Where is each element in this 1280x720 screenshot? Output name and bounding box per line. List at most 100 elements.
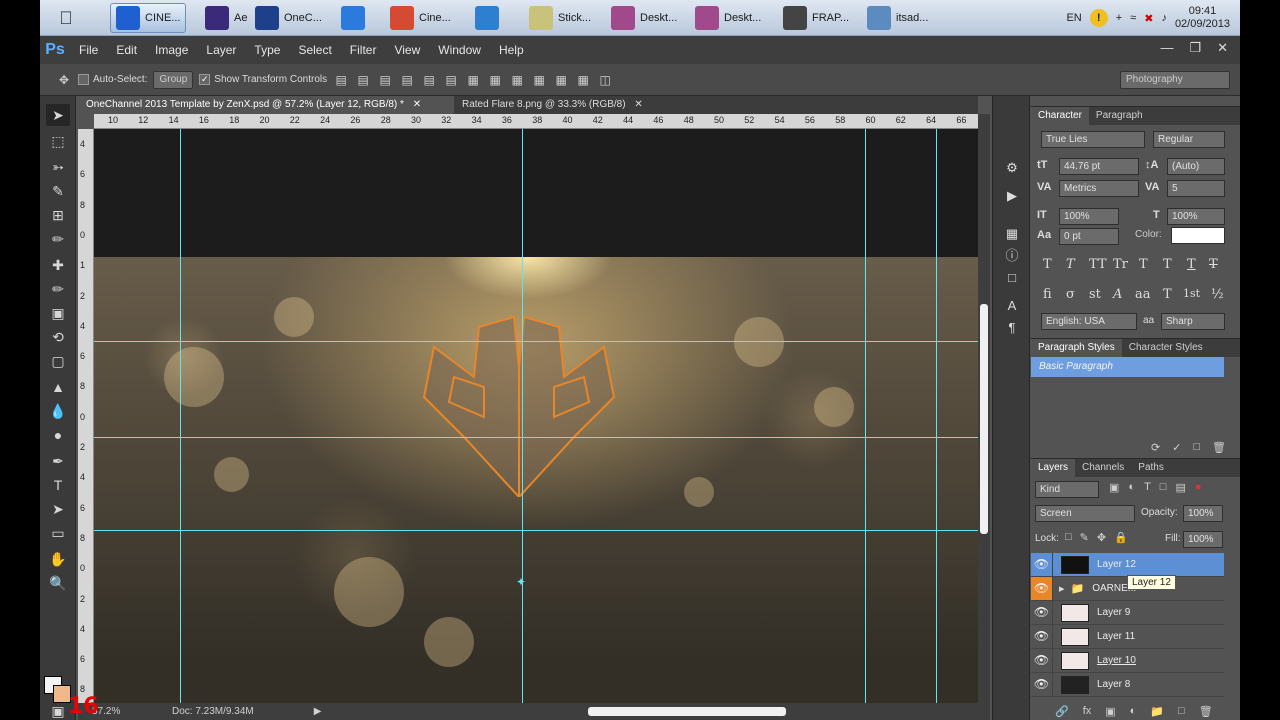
- eraser-tool-icon[interactable]: ▢: [46, 350, 70, 372]
- info-icon[interactable]: ⓘ: [1001, 246, 1023, 266]
- show-transform-checkbox[interactable]: ✓ Show Transform Controls: [199, 74, 327, 85]
- blend-mode-select[interactable]: Screen: [1035, 505, 1135, 522]
- adjustment-filter-icon[interactable]: ◐: [1128, 481, 1135, 494]
- leading-field[interactable]: (Auto): [1167, 158, 1225, 175]
- horizontal-scroll-thumb[interactable]: [588, 707, 786, 716]
- pen-tool-icon[interactable]: ✒: [46, 450, 70, 472]
- taskbar-item[interactable]: Cine...: [385, 3, 456, 33]
- vertical-ruler[interactable]: 4 6 8 0 1 2 4 6 8 0 2 4 6 8 0 2 4 6 8: [78, 129, 94, 703]
- layer-row-layer8[interactable]: 👁 Layer 8: [1031, 673, 1224, 697]
- auto-select-dropdown[interactable]: Group: [153, 70, 194, 89]
- taskbar-item[interactable]: [470, 3, 504, 33]
- layer-row-layer11[interactable]: 👁 Layer 11: [1031, 625, 1224, 649]
- minimize-icon[interactable]: —: [1160, 40, 1173, 56]
- restore-icon[interactable]: ❐: [1189, 40, 1201, 56]
- plus-icon[interactable]: +: [1116, 12, 1122, 24]
- menu-file[interactable]: File: [70, 36, 107, 64]
- align-bottom-icon[interactable]: ▤: [377, 72, 393, 88]
- distribute-top-icon[interactable]: ▦: [465, 72, 481, 88]
- faux-italic-button[interactable]: T: [1066, 257, 1075, 272]
- visibility-eye-icon[interactable]: 👁: [1031, 625, 1053, 648]
- swash-button[interactable]: A: [1113, 287, 1122, 302]
- layer-name[interactable]: OARNE...: [1092, 583, 1136, 594]
- eyedropper-tool-icon[interactable]: ✏: [46, 228, 70, 250]
- taskbar-item[interactable]: Deskt...: [606, 3, 682, 33]
- check-icon[interactable]: ✓: [1172, 441, 1181, 454]
- ordinal-button[interactable]: 1st: [1183, 287, 1200, 300]
- layer-name[interactable]: Layer 12: [1097, 559, 1136, 570]
- tab-document-flare[interactable]: Rated Flare 8.png @ 33.3% (RGB/8) ✕: [454, 96, 654, 114]
- align-left-icon[interactable]: ▤: [399, 72, 415, 88]
- visibility-eye-icon[interactable]: 👁: [1031, 601, 1053, 624]
- actions-icon[interactable]: ▶: [1001, 186, 1023, 206]
- volume-icon[interactable]: ✖: [1144, 12, 1153, 25]
- guide-line-horizontal[interactable]: [94, 341, 978, 342]
- auto-select-checkbox[interactable]: Auto-Select:: [78, 74, 147, 85]
- superscript-button[interactable]: T: [1139, 257, 1148, 272]
- tracking-field[interactable]: 5: [1167, 180, 1225, 197]
- blur-tool-icon[interactable]: 💧: [46, 400, 70, 422]
- menu-edit[interactable]: Edit: [107, 36, 146, 64]
- discretionary-button[interactable]: st: [1089, 287, 1101, 302]
- kerning-field[interactable]: Metrics: [1059, 180, 1139, 197]
- fx-icon[interactable]: fx: [1083, 705, 1092, 718]
- faux-bold-button[interactable]: T: [1043, 257, 1052, 272]
- layer-row-layer12[interactable]: 👁 Layer 12 Layer 12: [1031, 553, 1224, 590]
- speaker-icon[interactable]: ♪: [1161, 12, 1167, 24]
- align-vcenter-icon[interactable]: ▤: [355, 72, 371, 88]
- expand-arrow-icon[interactable]: ▸: [1059, 582, 1065, 595]
- visibility-eye-icon[interactable]: 👁: [1031, 553, 1053, 576]
- distribute-bottom-icon[interactable]: ▦: [509, 72, 525, 88]
- character-icon[interactable]: A: [1001, 296, 1023, 316]
- taskbar-item[interactable]: OneC...: [250, 3, 327, 33]
- tab-channels[interactable]: Channels: [1075, 459, 1131, 477]
- paragraph-icon[interactable]: ¶: [1001, 318, 1023, 338]
- stamp-tool-icon[interactable]: ▣: [46, 302, 70, 324]
- document-canvas[interactable]: ✦: [94, 129, 978, 703]
- doc-size[interactable]: Doc: 7.23M/9.34M: [172, 706, 254, 717]
- tab-layers[interactable]: Layers: [1031, 459, 1076, 477]
- font-size-field[interactable]: 44.76 pt: [1059, 158, 1139, 175]
- shape-tool-icon[interactable]: ▭: [46, 522, 70, 544]
- clock[interactable]: 09:41 02/09/2013: [1175, 5, 1230, 31]
- marquee-tool-icon[interactable]: ⬚: [46, 130, 70, 152]
- menu-window[interactable]: Window: [429, 36, 490, 64]
- path-select-tool-icon[interactable]: ➤: [46, 498, 70, 520]
- guide-line-vertical[interactable]: [865, 129, 866, 703]
- lock-transparency-icon[interactable]: □: [1065, 531, 1072, 544]
- notification-icon[interactable]: !: [1089, 9, 1108, 27]
- quick-mask-icon[interactable]: ▣: [46, 700, 70, 720]
- pixel-filter-icon[interactable]: ▣: [1109, 481, 1119, 494]
- gradient-tool-icon[interactable]: ▲: [46, 376, 70, 398]
- antialias-select[interactable]: Sharp: [1161, 313, 1225, 330]
- menu-layer[interactable]: Layer: [197, 36, 245, 64]
- taskbar-item[interactable]: Deskt...: [690, 3, 766, 33]
- network-icon[interactable]: ≈: [1130, 12, 1136, 24]
- scroll-thumb[interactable]: [980, 304, 988, 534]
- visibility-eye-icon[interactable]: 👁: [1031, 649, 1053, 672]
- filter-toggle-icon[interactable]: ●: [1195, 481, 1202, 494]
- small-caps-button[interactable]: Tr: [1113, 257, 1128, 272]
- transform-pivot-icon[interactable]: ✦: [516, 575, 526, 589]
- close-tab-icon[interactable]: ✕: [634, 99, 642, 110]
- move-tool-icon[interactable]: ✥: [56, 72, 72, 88]
- tab-paths[interactable]: Paths: [1131, 459, 1171, 477]
- tab-character[interactable]: Character: [1031, 107, 1089, 125]
- alt-ligature-button[interactable]: σ: [1066, 287, 1075, 302]
- taskbar-item[interactable]: [336, 3, 370, 33]
- guide-line-vertical[interactable]: [936, 129, 937, 703]
- brush-tool-icon[interactable]: ✏: [46, 278, 70, 300]
- tab-character-styles[interactable]: Character Styles: [1122, 339, 1210, 357]
- menu-filter[interactable]: Filter: [341, 36, 386, 64]
- horizontal-scale-field[interactable]: 100%: [1167, 208, 1225, 225]
- auto-align-icon[interactable]: ◫: [597, 72, 613, 88]
- underline-button[interactable]: T: [1187, 257, 1196, 272]
- menu-select[interactable]: Select: [289, 36, 340, 64]
- distribute-vcenter-icon[interactable]: ▦: [487, 72, 503, 88]
- distribute-right-icon[interactable]: ▦: [575, 72, 591, 88]
- new-style-icon[interactable]: □: [1193, 441, 1200, 454]
- align-hcenter-icon[interactable]: ▤: [421, 72, 437, 88]
- visibility-eye-icon[interactable]: 👁: [1031, 673, 1053, 696]
- hand-tool-icon[interactable]: ✋: [46, 548, 70, 570]
- distribute-left-icon[interactable]: ▦: [531, 72, 547, 88]
